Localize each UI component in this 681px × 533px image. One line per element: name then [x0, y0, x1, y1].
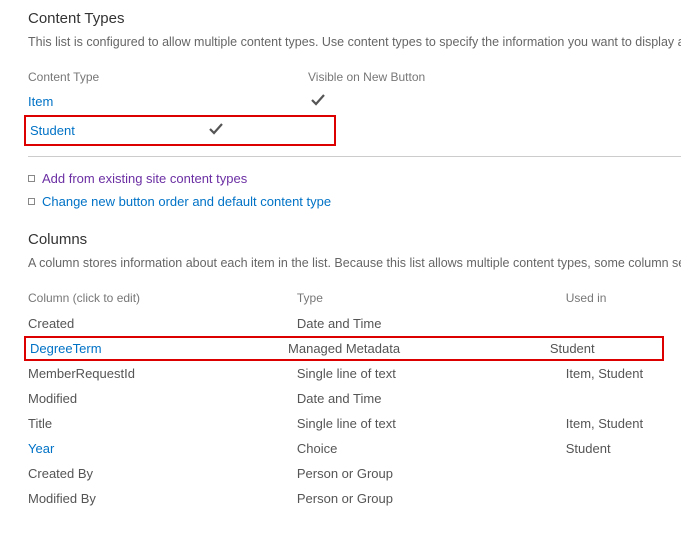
ct-link-student[interactable]: Student [30, 123, 75, 138]
col-header-used: Used in [566, 291, 681, 305]
col-name[interactable]: DegreeTerm [30, 341, 288, 356]
col-row-modifiedby: Modified By Person or Group [28, 486, 681, 511]
col-type: Person or Group [297, 491, 566, 506]
col-row-createdby: Created By Person or Group [28, 461, 681, 486]
col-header-name: Column (click to edit) [28, 291, 297, 305]
col-name[interactable]: Title [28, 416, 297, 431]
col-row-memberrequestid: MemberRequestId Single line of text Item… [28, 361, 681, 386]
col-used: Student [566, 441, 681, 456]
col-used [566, 316, 681, 331]
col-type: Person or Group [297, 466, 566, 481]
bullet-icon [28, 198, 35, 205]
divider [28, 156, 681, 157]
col-type: Date and Time [297, 391, 566, 406]
col-name[interactable]: Created By [28, 466, 297, 481]
col-row-degreeterm: DegreeTerm Managed Metadata Student [24, 336, 664, 361]
content-types-desc: This list is configured to allow multipl… [28, 33, 681, 52]
ct-link-item[interactable]: Item [28, 94, 53, 109]
col-name[interactable]: Modified By [28, 491, 297, 506]
col-row-title: Title Single line of text Item, Student [28, 411, 681, 436]
bullet-icon [28, 175, 35, 182]
check-icon [208, 122, 224, 138]
col-used [566, 491, 681, 506]
col-row-created: Created Date and Time [28, 311, 681, 336]
action-list: Add from existing site content types Cha… [28, 167, 681, 213]
ct-header-visible: Visible on New Button [308, 70, 508, 84]
col-header-type: Type [297, 291, 566, 305]
col-type: Date and Time [297, 316, 566, 331]
col-name[interactable]: MemberRequestId [28, 366, 297, 381]
col-name[interactable]: Year [28, 441, 297, 456]
ct-row-student: Student [24, 115, 336, 146]
col-used: Item, Student [566, 366, 681, 381]
col-name[interactable]: Created [28, 316, 297, 331]
content-types-title: Content Types [28, 10, 681, 27]
columns-desc: A column stores information about each i… [28, 254, 681, 273]
columns-title: Columns [28, 231, 681, 248]
ct-row-item: Item [28, 88, 681, 115]
col-type: Choice [297, 441, 566, 456]
col-type: Single line of text [297, 416, 566, 431]
change-order-link[interactable]: Change new button order and default cont… [42, 194, 331, 209]
col-type: Managed Metadata [288, 341, 550, 356]
check-icon [310, 93, 326, 109]
col-row-modified: Modified Date and Time [28, 386, 681, 411]
col-used: Item, Student [566, 416, 681, 431]
col-used: Student [550, 341, 662, 356]
content-types-table: Content Type Visible on New Button Item … [28, 66, 681, 146]
col-name[interactable]: Modified [28, 391, 297, 406]
add-content-types-link[interactable]: Add from existing site content types [42, 171, 247, 186]
col-type: Single line of text [297, 366, 566, 381]
col-row-year: Year Choice Student [28, 436, 681, 461]
columns-header: Column (click to edit) Type Used in [28, 287, 681, 311]
col-used [566, 466, 681, 481]
ct-header-type: Content Type [28, 70, 308, 84]
col-used [566, 391, 681, 406]
